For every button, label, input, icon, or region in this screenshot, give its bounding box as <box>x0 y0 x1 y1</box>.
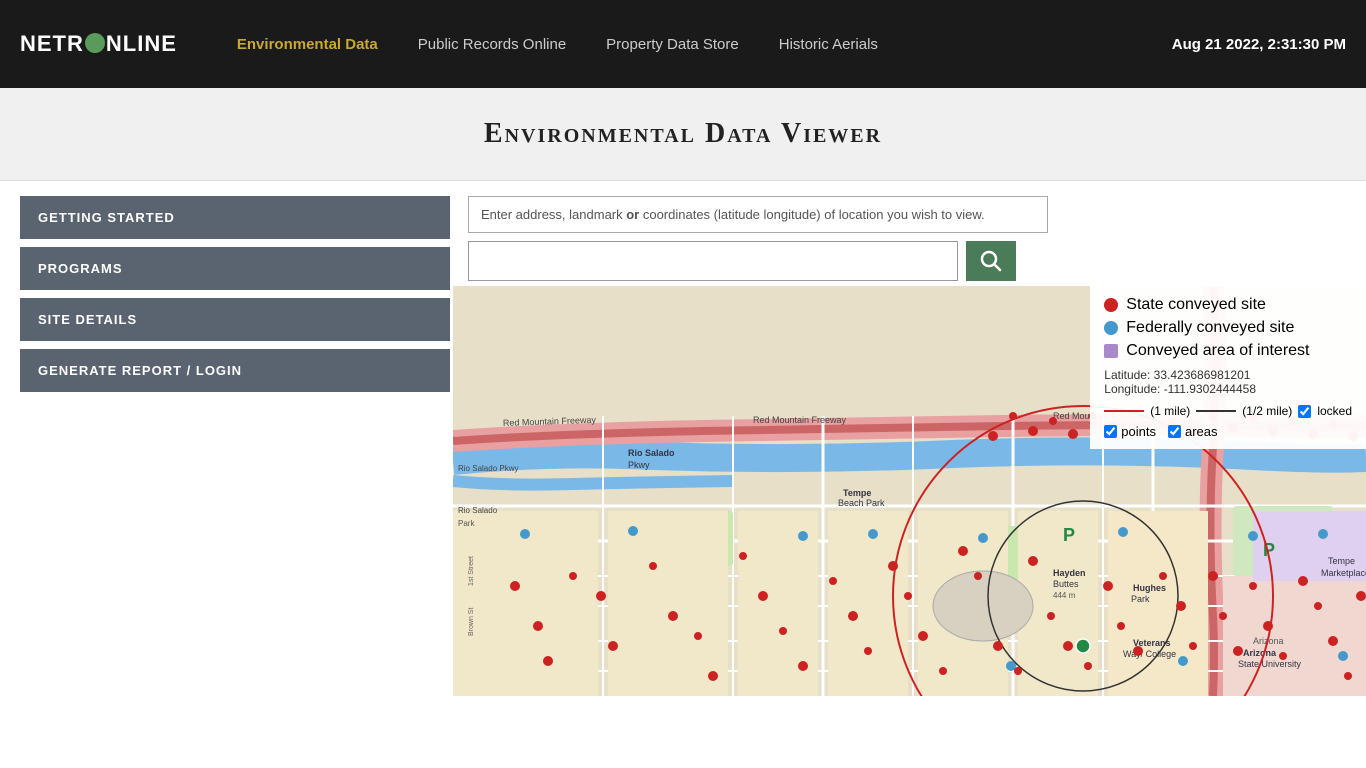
longitude-value: -111.9302444458 <box>1164 382 1256 396</box>
half-mile-label: (1/2 mile) <box>1242 404 1292 418</box>
latitude-value: 33.423686981201 <box>1154 368 1251 382</box>
nav-env-data[interactable]: Environmental Data <box>217 36 398 53</box>
legend-conveyed-area: Conveyed area of interest <box>1104 342 1352 360</box>
svg-text:Red Mountain Freeway: Red Mountain Freeway <box>753 415 847 425</box>
header: NETRNLINE Environmental Data Public Reco… <box>0 0 1366 88</box>
areas-checkbox[interactable] <box>1168 425 1181 438</box>
latitude-display: Latitude: 33.423686981201 <box>1104 368 1352 382</box>
svg-text:State University: State University <box>1238 659 1302 669</box>
legend-checkboxes: points areas <box>1104 424 1352 439</box>
svg-text:Rio Salado: Rio Salado <box>628 448 675 458</box>
map-legend-container: State conveyed site Federally conveyed s… <box>453 286 1366 696</box>
datetime-display: Aug 21 2022, 2:31:30 PM <box>1172 36 1346 53</box>
search-hint: Enter address, landmark or coordinates (… <box>468 196 1048 233</box>
legend-federally-conveyed: Federally conveyed site <box>1104 319 1352 337</box>
content-area: GETTING STARTED PROGRAMS SITE DETAILS GE… <box>0 181 1366 696</box>
sidebar: GETTING STARTED PROGRAMS SITE DETAILS GE… <box>0 181 453 696</box>
page-title: Environmental Data Viewer <box>0 118 1366 150</box>
search-button[interactable] <box>966 241 1016 281</box>
svg-text:P: P <box>1063 525 1075 545</box>
svg-text:Rio Salado Pkwy: Rio Salado Pkwy <box>458 464 518 473</box>
svg-text:Buttes: Buttes <box>1053 579 1079 589</box>
areas-checkbox-label[interactable]: areas <box>1168 424 1218 439</box>
federally-conveyed-label: Federally conveyed site <box>1126 319 1294 337</box>
state-conveyed-label: State conveyed site <box>1126 296 1266 314</box>
search-panel: Enter address, landmark or coordinates (… <box>453 181 1366 286</box>
svg-text:Tempe: Tempe <box>1328 556 1355 566</box>
getting-started-button[interactable]: GETTING STARTED <box>20 196 450 239</box>
programs-button[interactable]: PROGRAMS <box>20 247 450 290</box>
right-section: Enter address, landmark or coordinates (… <box>453 181 1366 696</box>
search-icon <box>980 250 1002 272</box>
svg-text:Arizona: Arizona <box>1243 648 1277 658</box>
one-mile-line <box>1104 410 1144 412</box>
svg-text:Hayden: Hayden <box>1053 568 1086 578</box>
svg-text:Park: Park <box>1131 594 1150 604</box>
globe-icon <box>85 33 105 53</box>
one-mile-label: (1 mile) <box>1150 404 1190 418</box>
points-checkbox[interactable] <box>1104 425 1117 438</box>
points-checkbox-label[interactable]: points <box>1104 424 1156 439</box>
points-label: points <box>1121 424 1156 439</box>
logo[interactable]: NETRNLINE <box>20 31 177 57</box>
nav-public-records[interactable]: Public Records Online <box>398 36 586 53</box>
longitude-display: Longitude: -111.9302444458 <box>1104 382 1352 396</box>
conveyed-area-label: Conveyed area of interest <box>1126 342 1309 360</box>
svg-text:Rio Salado: Rio Salado <box>458 506 498 515</box>
main-nav: Environmental Data Public Records Online… <box>217 36 1172 53</box>
svg-text:Beach Park: Beach Park <box>838 498 885 508</box>
nav-historic-aerials[interactable]: Historic Aerials <box>759 36 898 53</box>
search-row <box>468 241 1351 281</box>
page-title-banner: Environmental Data Viewer <box>0 88 1366 181</box>
svg-text:Brown St: Brown St <box>468 608 475 636</box>
areas-label: areas <box>1185 424 1218 439</box>
svg-text:Park: Park <box>458 519 475 528</box>
federally-conveyed-dot <box>1104 321 1118 335</box>
svg-text:Tempe: Tempe <box>843 488 871 498</box>
half-mile-line <box>1196 410 1236 412</box>
legend-state-conveyed: State conveyed site <box>1104 296 1352 314</box>
generate-report-button[interactable]: GENERATE REPORT / LOGIN <box>20 349 450 392</box>
svg-text:Hughes: Hughes <box>1133 583 1166 593</box>
svg-text:1st Street: 1st Street <box>468 556 475 586</box>
svg-text:Marketplace: Marketplace <box>1321 568 1366 578</box>
latitude-label: Latitude: <box>1104 368 1150 382</box>
locked-label[interactable]: locked <box>1317 404 1352 418</box>
nav-property-data[interactable]: Property Data Store <box>586 36 759 53</box>
state-conveyed-dot <box>1104 298 1118 312</box>
hint-or: or <box>626 207 639 222</box>
legend-panel: State conveyed site Federally conveyed s… <box>1090 286 1366 449</box>
svg-text:Way/ College: Way/ College <box>1123 649 1176 659</box>
search-input[interactable] <box>468 241 958 281</box>
longitude-label: Longitude: <box>1104 382 1160 396</box>
site-details-button[interactable]: SITE DETAILS <box>20 298 450 341</box>
conveyed-area-dot <box>1104 344 1118 358</box>
locked-checkbox[interactable] <box>1298 405 1311 418</box>
svg-text:444 m: 444 m <box>1053 591 1076 600</box>
svg-text:Pkwy: Pkwy <box>628 460 650 470</box>
scale-display: (1 mile) (1/2 mile) locked <box>1104 404 1352 418</box>
coords-display: Latitude: 33.423686981201 Longitude: -11… <box>1104 368 1352 396</box>
